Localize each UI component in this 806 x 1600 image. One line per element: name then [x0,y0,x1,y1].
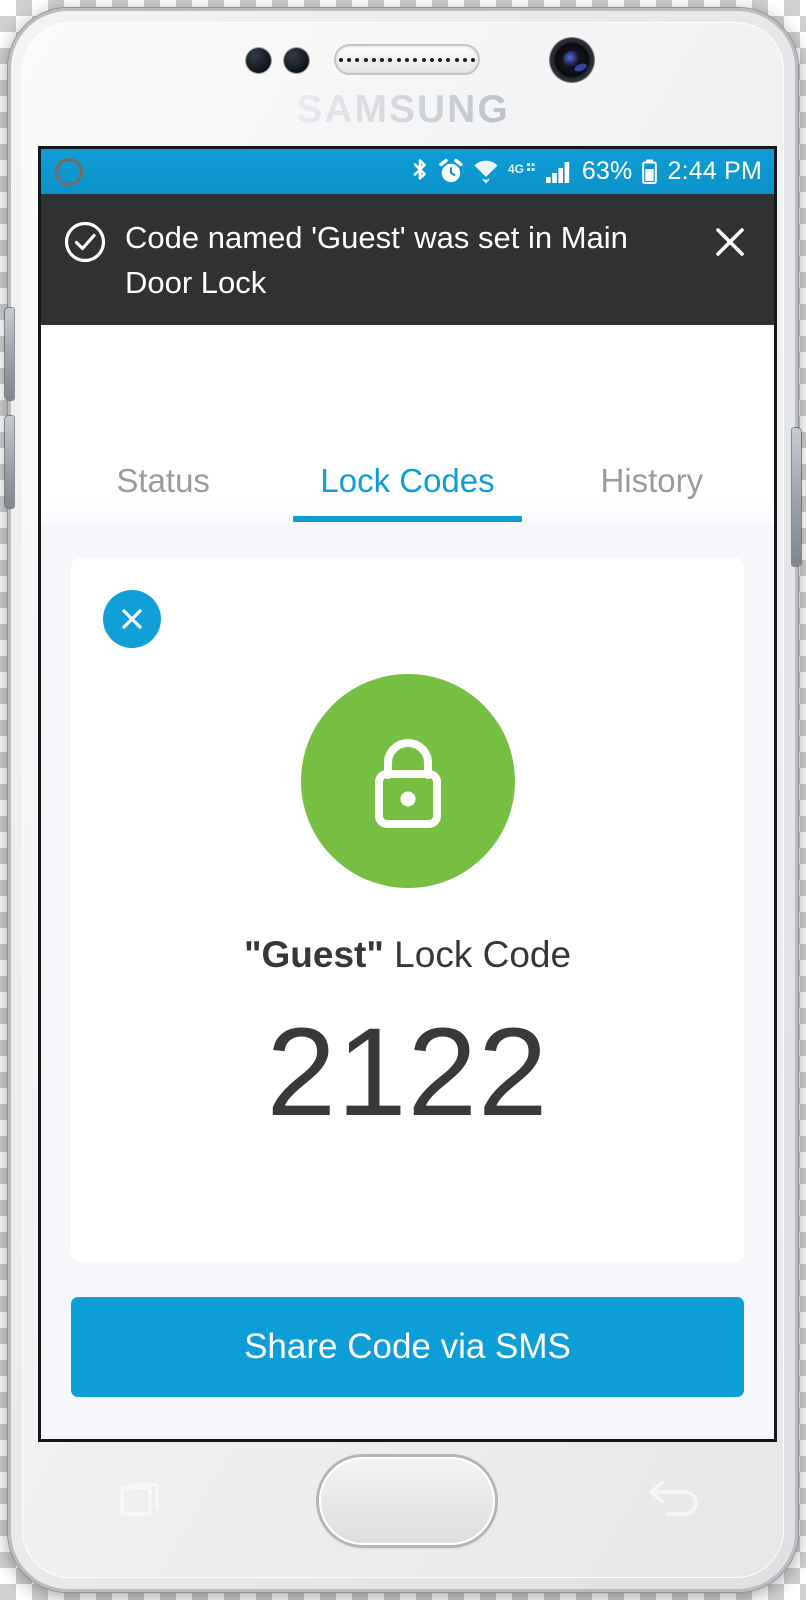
notification-message: Code named 'Guest' was set in Main Door … [125,220,628,300]
code-name-value: "Guest" [243,934,384,975]
close-icon[interactable] [710,222,750,267]
notification-toast[interactable]: Code named 'Guest' was set in Main Door … [41,194,774,326]
home-button[interactable] [319,1457,496,1545]
signal-bars-icon [545,162,570,183]
light-sensor-icon [284,48,309,73]
4g-icon: 4G [508,162,535,176]
tab-status[interactable]: Status [41,462,285,522]
circle-outline-icon [55,157,83,186]
wifi-icon [474,160,498,184]
lock-status-badge [300,674,515,888]
check-circle-icon [63,220,107,269]
clock-label: 2:44 PM [667,157,762,185]
phone-screen: 4G 63% 2:44 PM Code named 'Guest' was se… [41,149,774,1439]
tab-history[interactable]: History [530,462,774,522]
tab-lock-codes[interactable]: Lock Codes [285,462,529,522]
share-code-button[interactable]: Share Code via SMS [71,1297,744,1397]
proximity-sensor-icon [246,48,271,73]
battery-icon [642,159,658,184]
bluetooth-icon [413,159,426,180]
volume-down-button[interactable] [5,416,14,508]
status-bar-left [41,157,83,186]
card-close-button[interactable] [103,590,161,648]
alarm-icon [439,158,463,183]
volume-up-button[interactable] [5,308,14,400]
code-name-label: "Guest" Lock Code [71,934,744,976]
back-button[interactable] [645,1472,699,1531]
earpiece-speaker [336,46,478,73]
status-bar-right: 4G 63% 2:44 PM [411,157,774,186]
tab-bar: Status Lock Codes History [41,324,774,522]
battery-percent-label: 63% [581,157,633,185]
front-camera-icon [550,38,594,82]
android-status-bar: 4G 63% 2:44 PM [41,149,774,194]
phone-device: SAMSUNG 4G 63% 2:44 PM Code named 'Guest… [5,8,801,1592]
recents-button[interactable] [116,1472,170,1531]
code-label-suffix: Lock Code [383,934,572,975]
power-button[interactable] [792,428,801,566]
lock-closed-icon [374,739,441,828]
lock-code-value: 2122 [266,1003,549,1142]
brand-logo: SAMSUNG [8,88,798,132]
main-content: "Guest" Lock Code 2122 Share Code via SM… [41,522,774,1439]
device-navigation-bar [41,1442,774,1560]
svg-text:4G: 4G [508,162,524,176]
lock-code-card: "Guest" Lock Code 2122 [71,558,744,1262]
